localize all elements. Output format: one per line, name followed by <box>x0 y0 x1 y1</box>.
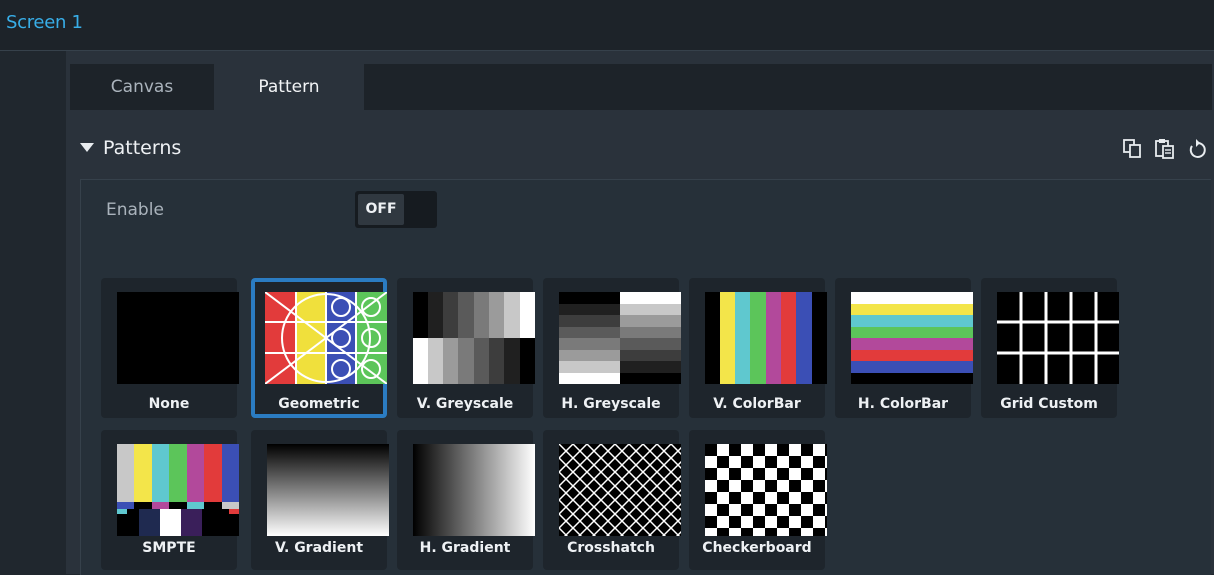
h-colorbar-pattern-icon <box>851 292 973 384</box>
window-title: Screen 1 <box>6 12 83 33</box>
pattern-label: V. Gradient <box>274 540 364 556</box>
pattern-tile-checkerboard[interactable]: Checkerboard <box>689 430 827 570</box>
toggle-state: OFF <box>358 194 404 225</box>
v-colorbar-pattern-icon <box>705 292 827 384</box>
pattern-label: None <box>148 396 190 412</box>
patterns-section-header[interactable]: Patterns <box>80 137 1210 167</box>
pattern-tile-h-gradient[interactable]: H. Gradient <box>397 430 535 570</box>
pattern-label: H. Gradient <box>419 540 511 556</box>
crosshatch-pattern-icon <box>559 444 681 536</box>
section-actions <box>1117 137 1208 163</box>
copy-icon[interactable] <box>1122 137 1144 161</box>
paste-icon[interactable] <box>1154 137 1176 161</box>
pattern-label: H. ColorBar <box>857 396 949 412</box>
section-title: Patterns <box>103 137 182 159</box>
left-gutter <box>0 51 66 574</box>
none-pattern-icon <box>117 292 239 384</box>
pattern-tile-crosshatch[interactable]: Crosshatch <box>543 430 681 570</box>
h-gradient-pattern-icon <box>413 444 535 536</box>
pattern-tile-grid-custom[interactable]: Grid Custom <box>981 278 1119 418</box>
pattern-label: Geometric <box>278 396 360 412</box>
checkerboard-pattern-icon <box>705 444 827 536</box>
smpte-pattern-icon <box>117 444 239 536</box>
pattern-label: V. ColorBar <box>713 396 801 412</box>
pattern-label: H. Greyscale <box>561 396 661 412</box>
reset-icon[interactable] <box>1186 137 1208 161</box>
tab-bar: Canvas Pattern <box>70 64 1212 110</box>
pattern-panel: Canvas Pattern Patterns Enable OFF None … <box>66 51 1214 575</box>
pattern-tile-geometric[interactable]: Geometric <box>251 278 387 418</box>
tab-pattern[interactable]: Pattern <box>214 64 364 110</box>
tab-canvas[interactable]: Canvas <box>70 64 214 110</box>
pattern-label: Grid Custom <box>1000 396 1098 412</box>
enable-toggle[interactable]: OFF <box>355 191 437 228</box>
v-gradient-pattern-icon <box>267 444 389 536</box>
pattern-tile-h-greyscale[interactable]: H. Greyscale <box>543 278 681 418</box>
geometric-pattern-icon <box>265 292 387 384</box>
v-greyscale-pattern-icon <box>413 292 535 384</box>
pattern-tile-v-colorbar[interactable]: V. ColorBar <box>689 278 827 418</box>
pattern-tile-h-colorbar[interactable]: H. ColorBar <box>835 278 973 418</box>
pattern-tile-v-greyscale[interactable]: V. Greyscale <box>397 278 535 418</box>
grid-custom-pattern-icon <box>997 292 1119 384</box>
pattern-tile-none[interactable]: None <box>101 278 239 418</box>
pattern-label: V. Greyscale <box>416 396 514 412</box>
chevron-down-icon[interactable] <box>80 143 94 152</box>
pattern-label: Crosshatch <box>567 540 655 556</box>
window-titlebar: Screen 1 <box>0 0 1214 51</box>
pattern-tile-smpte[interactable]: SMPTE <box>101 430 239 570</box>
pattern-label: SMPTE <box>142 540 196 556</box>
enable-label: Enable <box>106 200 164 220</box>
pattern-label: Checkerboard <box>702 540 812 556</box>
patterns-content: Enable OFF None Geometric V. Greyscale H… <box>80 179 1211 575</box>
h-greyscale-pattern-icon <box>559 292 681 384</box>
pattern-tile-v-gradient[interactable]: V. Gradient <box>251 430 389 570</box>
